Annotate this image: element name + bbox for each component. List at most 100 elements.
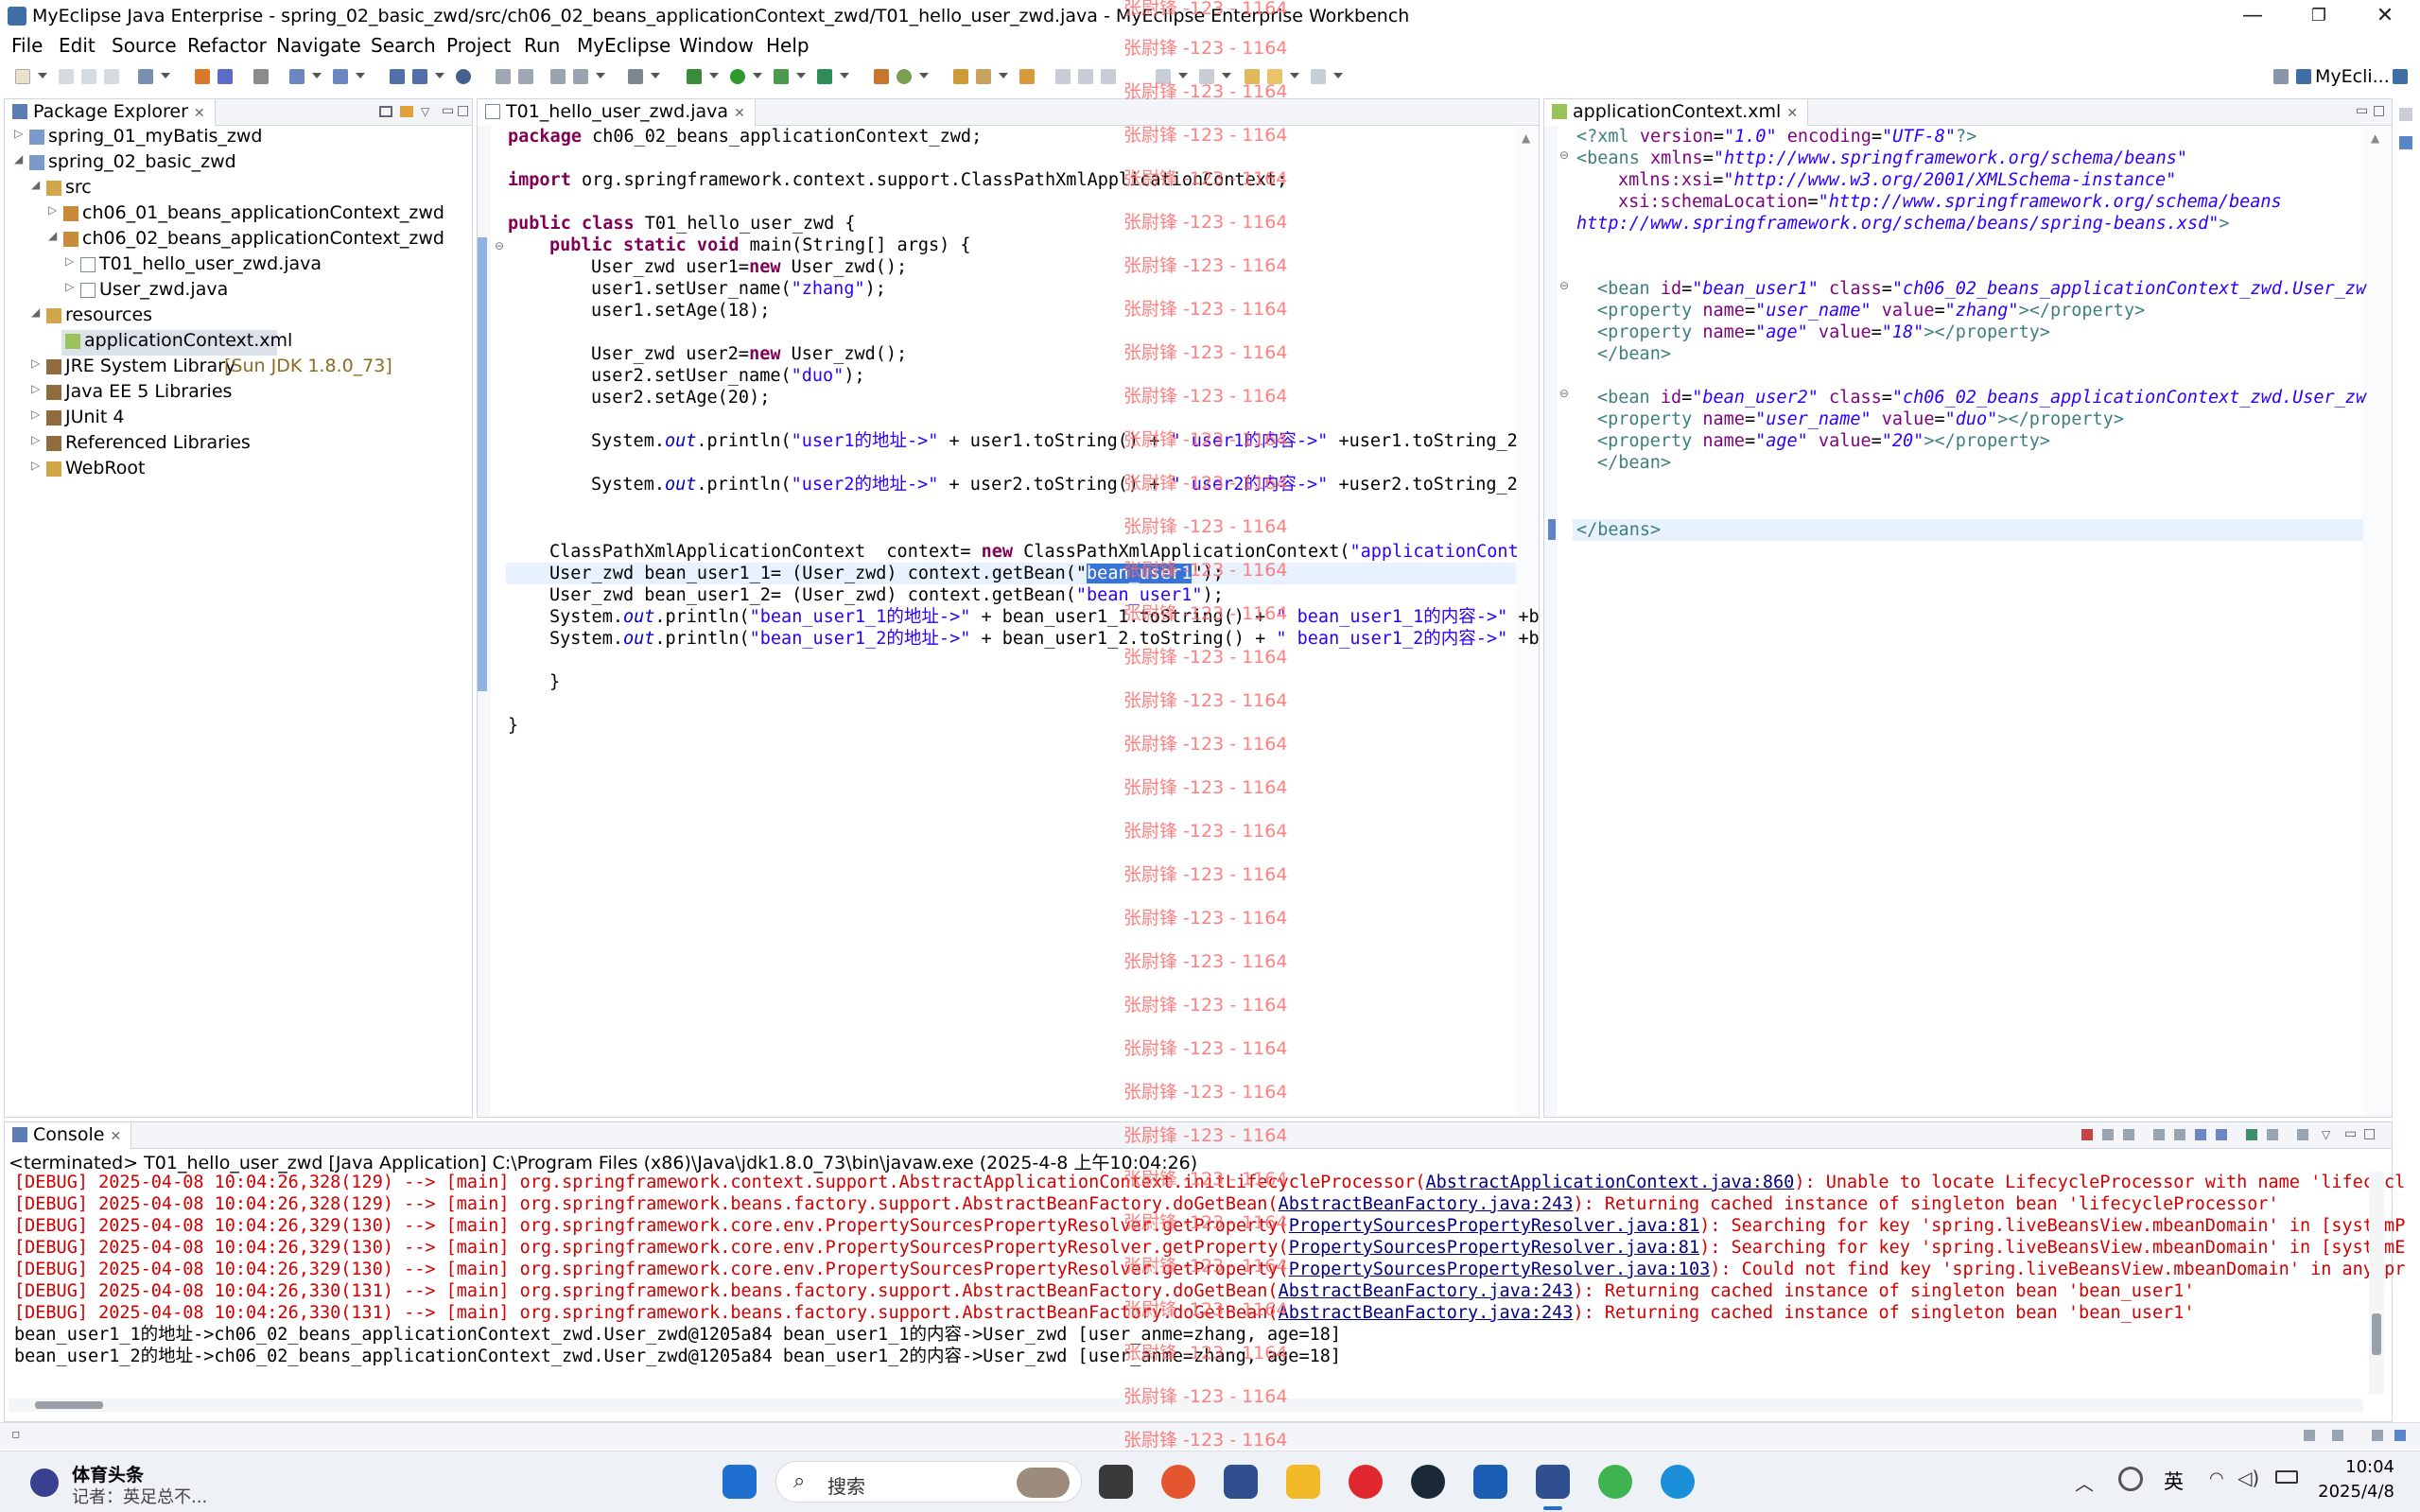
chevron-down-icon[interactable]	[1290, 73, 1299, 78]
tab-t01-java[interactable]: T01_hello_user_zwd.java ✕	[478, 99, 756, 126]
debug-icon[interactable]	[687, 69, 702, 84]
chevron-down-icon[interactable]	[1333, 73, 1343, 78]
clear-console-icon[interactable]	[2153, 1129, 2165, 1140]
jsp-icon[interactable]	[390, 69, 405, 84]
remove-all-icon[interactable]	[2123, 1129, 2134, 1140]
wifi-icon[interactable]: ◠	[2209, 1469, 2224, 1488]
servlet-icon[interactable]	[412, 69, 427, 84]
chevron-right-icon[interactable]: ▷	[48, 203, 61, 217]
chevron-down-icon[interactable]	[312, 73, 322, 78]
minimize-view-icon[interactable]: ▭	[442, 103, 454, 118]
minimize-view-icon[interactable]: ▭	[2356, 103, 2368, 118]
new-class-icon[interactable]	[874, 69, 889, 84]
menu-file[interactable]: File	[11, 34, 43, 57]
chevron-down-icon[interactable]	[596, 73, 605, 78]
new-package-icon[interactable]	[897, 69, 912, 84]
menu-run[interactable]: Run	[524, 34, 560, 57]
tab-applicationcontext-xml[interactable]: applicationContext.xml ✕	[1544, 99, 1809, 126]
myeclipse-active-icon[interactable]	[1536, 1465, 1570, 1499]
refresh-icon[interactable]	[496, 69, 511, 84]
maximize-view-icon[interactable]: □	[457, 103, 469, 118]
stack-link[interactable]: AbstractApplicationContext.java:860	[1425, 1173, 1794, 1192]
stack-link[interactable]: PropertySourcesPropertyResolver.java:81	[1289, 1238, 1699, 1258]
chevron-right-icon[interactable]: ▷	[31, 356, 44, 370]
trim-icon[interactable]	[2372, 1430, 2383, 1441]
ime-indicator[interactable]: 英	[2164, 1467, 2184, 1495]
scroll-up-icon[interactable]: ▲	[1522, 131, 1530, 145]
battery-icon[interactable]	[2275, 1470, 2298, 1484]
menu-navigate[interactable]: Navigate	[276, 34, 361, 57]
fold-icon[interactable]: ⊖	[1559, 148, 1569, 162]
chevron-down-icon[interactable]	[356, 73, 365, 78]
open-type-icon[interactable]	[289, 69, 305, 84]
server-icon[interactable]	[195, 69, 210, 84]
wechat-icon[interactable]	[1598, 1465, 1632, 1499]
chevron-down-icon[interactable]	[999, 73, 1008, 78]
chevron-down-icon[interactable]	[1222, 73, 1231, 78]
external-tools-icon[interactable]	[817, 69, 832, 84]
annotation-icon[interactable]	[1055, 69, 1071, 84]
chevron-right-icon[interactable]: ▷	[31, 433, 44, 446]
menu-edit[interactable]: Edit	[59, 34, 96, 57]
terminate-icon[interactable]	[2081, 1129, 2093, 1140]
open-resource-icon[interactable]	[333, 69, 348, 84]
chevron-down-icon[interactable]	[753, 73, 762, 78]
selected-text[interactable]: bean_user1	[1087, 564, 1193, 583]
perspective-label[interactable]: MyEcli...	[2315, 66, 2390, 87]
chevron-down-icon[interactable]: ◢	[31, 178, 44, 191]
chevron-down-icon[interactable]	[709, 73, 719, 78]
show-on-output-icon[interactable]	[2195, 1129, 2206, 1140]
steam-icon[interactable]	[1411, 1465, 1445, 1499]
chevron-down-icon[interactable]	[796, 73, 806, 78]
close-icon[interactable]: ✕	[1786, 106, 1798, 121]
vertical-scrollbar[interactable]	[2369, 1172, 2384, 1395]
chevron-right-icon[interactable]: ▷	[31, 382, 44, 395]
fold-icon[interactable]: ⊖	[495, 239, 504, 252]
tab-package-explorer[interactable]: Package Explorer ✕	[5, 99, 216, 126]
scroll-lock-icon[interactable]	[2174, 1129, 2185, 1140]
menu-window[interactable]: Window	[679, 34, 754, 57]
menu-help[interactable]: Help	[766, 34, 810, 57]
store-icon[interactable]	[1473, 1465, 1507, 1499]
menu-myeclipse[interactable]: MyEclipse	[577, 34, 670, 57]
clock-time[interactable]: 10:04	[2326, 1457, 2394, 1477]
back-icon[interactable]	[1267, 69, 1282, 84]
scrollbar-thumb[interactable]	[2372, 1313, 2381, 1355]
minimize-view-icon[interactable]: ▭	[2344, 1126, 2357, 1141]
horizontal-scrollbar[interactable]	[9, 1399, 2363, 1412]
prev-annotation-icon[interactable]	[1199, 69, 1214, 84]
task-view-icon[interactable]	[1099, 1465, 1133, 1499]
stack-link[interactable]: PropertySourcesPropertyResolver.java:81	[1289, 1216, 1699, 1236]
chevron-down-icon[interactable]: ◢	[31, 305, 44, 319]
link-editor-icon[interactable]	[400, 106, 413, 117]
stack-link[interactable]: PropertySourcesPropertyResolver.java:103	[1289, 1260, 1711, 1279]
stack-link[interactable]: AbstractBeanFactory.java:243	[1279, 1303, 1574, 1323]
java-perspective-icon[interactable]	[2393, 69, 2408, 84]
pin-console-icon[interactable]	[2246, 1129, 2257, 1140]
scrollbar-thumb[interactable]	[35, 1401, 103, 1409]
sync-icon[interactable]	[2118, 1467, 2143, 1491]
app-icon-orange[interactable]	[1161, 1465, 1195, 1499]
close-icon[interactable]: ✕	[110, 1129, 121, 1144]
chevron-right-icon[interactable]: ▷	[31, 408, 44, 421]
myeclipse-perspective-icon[interactable]	[2296, 69, 2311, 84]
chevron-down-icon[interactable]	[1178, 73, 1188, 78]
globe-icon[interactable]	[456, 69, 471, 84]
maximize-view-icon[interactable]: □	[2373, 103, 2385, 118]
chevron-right-icon[interactable]: ▷	[65, 280, 78, 293]
search-icon[interactable]	[1019, 69, 1035, 84]
run-icon[interactable]	[730, 69, 745, 84]
stack-link[interactable]: AbstractBeanFactory.java:243	[1279, 1194, 1574, 1214]
clock-date[interactable]: 2025/4/8	[2313, 1482, 2394, 1502]
pin-icon[interactable]	[1078, 69, 1093, 84]
monitor-icon[interactable]	[628, 69, 643, 84]
outline-trim-icon[interactable]	[2394, 1430, 2406, 1441]
news-widget[interactable]: 体育头条 记者：英足总不...	[13, 1461, 231, 1507]
file-explorer-icon[interactable]	[1286, 1465, 1320, 1499]
chevron-down-icon[interactable]	[919, 73, 929, 78]
remove-launch-icon[interactable]	[2102, 1129, 2114, 1140]
chevron-up-icon[interactable]: ︿	[2075, 1469, 2094, 1496]
volume-icon[interactable]: ◁)	[2237, 1467, 2259, 1489]
edit-icon[interactable]	[976, 69, 991, 84]
fold-icon[interactable]: ⊖	[1559, 387, 1569, 400]
